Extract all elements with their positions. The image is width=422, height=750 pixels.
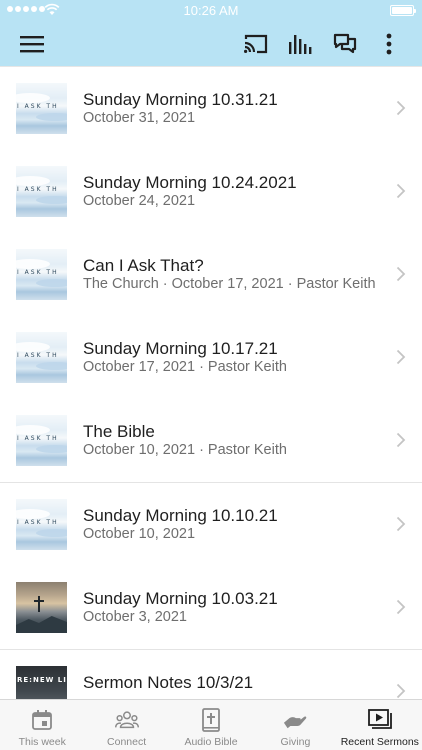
tab-recent-sermons[interactable]: Recent Sermons bbox=[338, 700, 422, 750]
sermon-thumbnail bbox=[16, 582, 67, 633]
chevron-right-icon bbox=[396, 349, 406, 365]
chat-bubbles-icon bbox=[333, 33, 357, 54]
sermon-subtitle: October 17, 2021 · Pastor Keith bbox=[83, 359, 287, 375]
sermon-title: The Bible bbox=[83, 422, 155, 441]
tab-label: This week bbox=[18, 736, 66, 748]
battery-icon bbox=[390, 5, 416, 16]
sermon-subtitle: October 3, 2021 bbox=[83, 609, 187, 625]
sermon-list: I ASK TH Sunday Morning 10.31.21 October… bbox=[0, 66, 422, 699]
tab-giving[interactable]: Giving bbox=[253, 700, 337, 750]
sermon-title: Can I Ask That? bbox=[83, 256, 204, 275]
bottom-tab-bar: This week Connect Audio Bible Giving Rec… bbox=[0, 699, 422, 750]
sermon-subtitle: October 31, 2021 bbox=[83, 110, 196, 126]
hamburger-menu-icon bbox=[20, 36, 44, 53]
tab-label: Audio Bible bbox=[184, 736, 238, 748]
sermon-subtitle: October 24, 2021 bbox=[83, 193, 196, 209]
top-navigation-bar bbox=[0, 22, 422, 66]
sermon-thumbnail: RE:NEW LIFE bbox=[16, 666, 67, 699]
sermon-thumbnail: I ASK TH bbox=[16, 499, 67, 550]
sermon-title: Sunday Morning 10.03.21 bbox=[83, 589, 278, 608]
chevron-right-icon bbox=[396, 266, 406, 282]
tab-connect[interactable]: Connect bbox=[84, 700, 168, 750]
tab-label: Recent Sermons bbox=[340, 736, 419, 748]
thumbnail-text: I ASK TH bbox=[17, 435, 59, 442]
sermon-thumbnail: I ASK TH bbox=[16, 249, 67, 300]
sermon-subtitle: October 10, 2021 bbox=[83, 526, 196, 542]
thumbnail-text: I ASK TH bbox=[17, 103, 59, 110]
tab-label: Giving bbox=[280, 736, 311, 748]
sermon-row[interactable]: Sunday Morning 10.03.21 October 3, 2021 bbox=[0, 566, 422, 650]
thumbnail-text: RE:NEW LIFE bbox=[17, 676, 67, 684]
sermon-thumbnail: I ASK TH bbox=[16, 83, 67, 134]
sermon-title: Sunday Morning 10.17.21 bbox=[83, 339, 278, 358]
calendar-icon bbox=[32, 710, 53, 730]
more-vertical-icon bbox=[386, 33, 392, 55]
sermon-subtitle: October 10, 2021 · Pastor Keith bbox=[83, 442, 287, 458]
cast-icon bbox=[244, 34, 268, 54]
people-icon bbox=[114, 711, 139, 729]
sermon-title: Sunday Morning 10.31.21 bbox=[83, 90, 278, 109]
chevron-right-icon bbox=[396, 599, 406, 615]
chat-button[interactable] bbox=[330, 29, 360, 59]
sermon-thumbnail: I ASK TH bbox=[16, 415, 67, 466]
thumbnail-text: I ASK TH bbox=[17, 186, 59, 193]
sermon-subtitle: The Church · October 17, 2021 · Pastor K… bbox=[83, 276, 376, 292]
status-time: 10:26 AM bbox=[183, 3, 239, 18]
bible-icon bbox=[202, 708, 220, 732]
tab-this-week[interactable]: This week bbox=[0, 700, 84, 750]
cross-image bbox=[34, 596, 44, 612]
audio-levels-button[interactable] bbox=[285, 29, 315, 59]
cast-button[interactable] bbox=[241, 29, 271, 59]
more-options-button[interactable] bbox=[374, 29, 404, 59]
sermon-thumbnail: I ASK TH bbox=[16, 166, 67, 217]
sermon-row[interactable]: I ASK TH The Bible October 10, 2021 · Pa… bbox=[0, 399, 422, 483]
sermon-row[interactable]: I ASK TH Sunday Morning 10.17.21 October… bbox=[0, 316, 422, 400]
sermon-title: Sermon Notes 10/3/21 bbox=[83, 673, 254, 692]
sermon-thumbnail: I ASK TH bbox=[16, 332, 67, 383]
thumbnail-text: I ASK TH bbox=[17, 519, 59, 526]
status-bar: 10:26 AM bbox=[0, 0, 422, 22]
chevron-right-icon bbox=[396, 100, 406, 116]
sermon-title: Sunday Morning 10.24.2021 bbox=[83, 173, 297, 192]
menu-button[interactable] bbox=[17, 29, 47, 59]
sermon-row[interactable]: I ASK TH Can I Ask That? The Church · Oc… bbox=[0, 233, 422, 317]
chevron-right-icon bbox=[396, 432, 406, 448]
chevron-right-icon bbox=[396, 683, 406, 699]
sermon-title: Sunday Morning 10.10.21 bbox=[83, 506, 278, 525]
thumbnail-text: I ASK TH bbox=[17, 352, 59, 359]
sermon-row[interactable]: I ASK TH Sunday Morning 10.31.21 October… bbox=[0, 67, 422, 151]
tab-label: Connect bbox=[107, 736, 147, 748]
sermon-row[interactable]: RE:NEW LIFE Sermon Notes 10/3/21 bbox=[0, 650, 422, 699]
sermon-row[interactable]: I ASK TH Sunday Morning 10.24.2021 Octob… bbox=[0, 150, 422, 234]
sermon-row[interactable]: I ASK TH Sunday Morning 10.10.21 October… bbox=[0, 483, 422, 567]
thumbnail-text: I ASK TH bbox=[17, 269, 59, 276]
giving-hand-icon bbox=[284, 716, 307, 729]
play-video-icon bbox=[367, 709, 392, 729]
chevron-right-icon bbox=[396, 516, 406, 532]
tab-audio-bible[interactable]: Audio Bible bbox=[169, 700, 253, 750]
chevron-right-icon bbox=[396, 183, 406, 199]
equalizer-icon bbox=[289, 35, 312, 54]
